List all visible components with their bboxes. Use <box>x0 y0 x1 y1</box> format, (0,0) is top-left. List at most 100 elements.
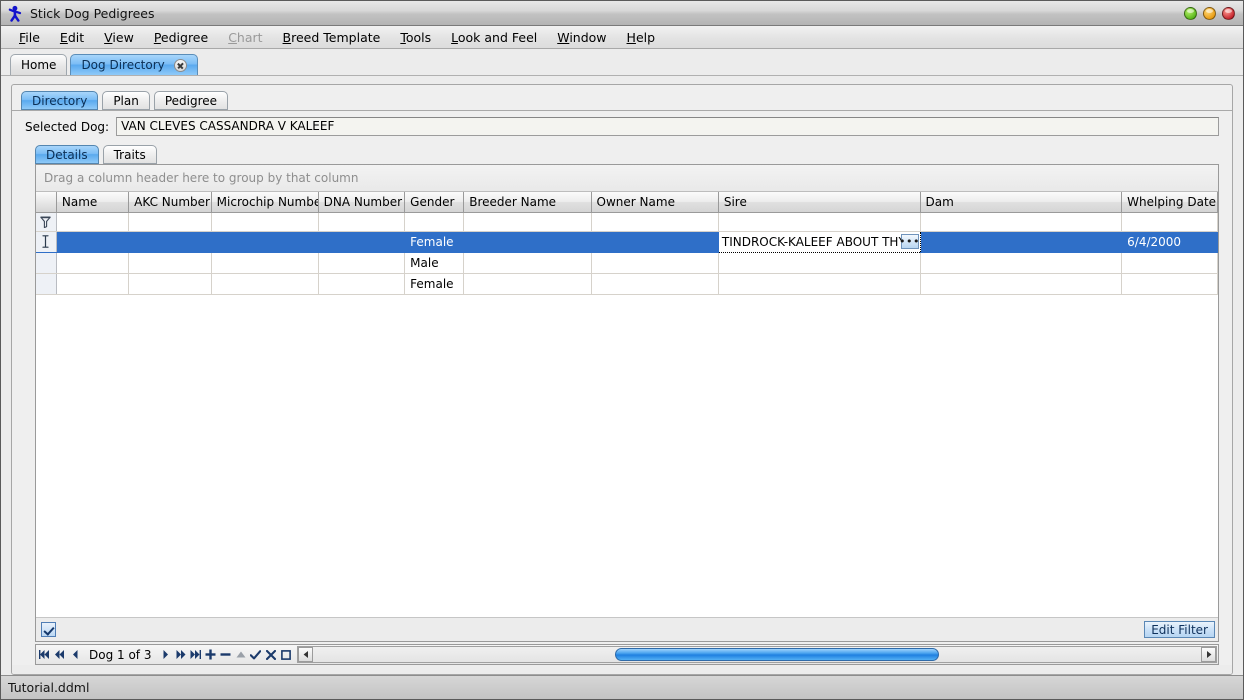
group-by-drop-zone[interactable]: Drag a column header here to group by th… <box>36 165 1218 192</box>
cell-gender[interactable]: Female <box>405 273 464 294</box>
cell-dam[interactable] <box>920 231 1122 252</box>
filter-enabled-checkbox[interactable] <box>41 622 56 637</box>
filter-cell-breeder-name[interactable] <box>464 212 591 231</box>
cell-sire[interactable] <box>718 252 920 273</box>
cell-name[interactable] <box>56 273 128 294</box>
filter-cell-gender[interactable] <box>405 212 464 231</box>
maximize-button[interactable] <box>1203 7 1216 20</box>
cell-owner-name[interactable] <box>591 273 718 294</box>
filter-cell-owner-name[interactable] <box>591 212 718 231</box>
column-header-name[interactable]: Name <box>56 192 128 212</box>
cell-owner-name[interactable] <box>591 252 718 273</box>
filter-cell-dna-number[interactable] <box>318 212 405 231</box>
menu-view[interactable]: View <box>94 28 144 47</box>
cell-breeder-name[interactable] <box>464 252 591 273</box>
add-record-button[interactable] <box>203 646 218 663</box>
scroll-right-arrow[interactable] <box>1201 647 1216 662</box>
cell-gender[interactable]: Male <box>405 252 464 273</box>
prev-page-button[interactable] <box>52 646 67 663</box>
edit-filter-button[interactable]: Edit Filter <box>1144 621 1215 638</box>
cell-dam[interactable] <box>920 252 1122 273</box>
detail-tab-traits[interactable]: Traits <box>103 145 157 164</box>
delete-record-button[interactable] <box>218 646 233 663</box>
cell-breeder-name[interactable] <box>464 273 591 294</box>
scrollbar-thumb[interactable] <box>615 648 939 661</box>
sire-lookup-ellipsis-button[interactable]: ••• <box>901 234 919 249</box>
cell-dna-number[interactable] <box>318 231 405 252</box>
cell-gender[interactable]: Female <box>405 231 464 252</box>
cell-dam[interactable] <box>920 273 1122 294</box>
column-header-gender[interactable]: Gender <box>405 192 464 212</box>
selected-dog-input[interactable]: VAN CLEVES CASSANDRA V KALEEF <box>116 117 1219 136</box>
cell-sire[interactable] <box>718 273 920 294</box>
next-record-button[interactable] <box>158 646 173 663</box>
scroll-left-arrow[interactable] <box>298 647 313 662</box>
first-record-button[interactable] <box>37 646 52 663</box>
column-header-microchip-number[interactable]: Microchip Number <box>211 192 318 212</box>
cell-name[interactable] <box>56 252 128 273</box>
detail-tab-details[interactable]: Details <box>35 145 99 164</box>
filter-cell-name[interactable] <box>56 212 128 231</box>
column-header-dam[interactable]: Dam <box>920 192 1122 212</box>
table-header-row: NameAKC NumberMicrochip NumberDNA Number… <box>36 192 1218 212</box>
menu-pedigree[interactable]: Pedigree <box>144 28 218 47</box>
filter-cell-microchip-number[interactable] <box>211 212 318 231</box>
document-tab-dog-directory[interactable]: Dog Directory <box>70 54 197 75</box>
column-header-whelping-date[interactable]: Whelping Date <box>1122 192 1218 212</box>
horizontal-scrollbar[interactable] <box>297 646 1217 663</box>
close-button[interactable] <box>1222 7 1235 20</box>
cell-owner-name[interactable] <box>591 231 718 252</box>
sire-editor-text[interactable]: TINDROCK-KALEEF ABOUT THYME <box>719 235 901 249</box>
filter-cell-sire[interactable] <box>718 212 920 231</box>
table-row[interactable]: Male <box>36 252 1218 273</box>
column-header-akc-number[interactable]: AKC Number <box>129 192 212 212</box>
close-icon[interactable] <box>174 59 187 72</box>
edit-record-button[interactable] <box>233 646 248 663</box>
prev-record-button[interactable] <box>67 646 82 663</box>
cell-whelping-date[interactable] <box>1122 273 1218 294</box>
menu-window[interactable]: Window <box>547 28 616 47</box>
filter-cell-whelping-date[interactable] <box>1122 212 1218 231</box>
filter-cell-akc-number[interactable] <box>129 212 212 231</box>
menu-help[interactable]: Help <box>617 28 666 47</box>
cell-whelping-date[interactable]: 6/4/2000 <box>1122 231 1218 252</box>
row-indicator-cell <box>36 212 56 231</box>
column-header-breeder-name[interactable]: Breeder Name <box>464 192 591 212</box>
menu-breed-template[interactable]: Breed Template <box>273 28 391 47</box>
cell-breeder-name[interactable] <box>464 231 591 252</box>
menu-tools[interactable]: Tools <box>390 28 441 47</box>
cell-dna-number[interactable] <box>318 252 405 273</box>
table-row[interactable]: Female TINDROCK-KALEEF ABOUT THYME••• 6/4/… <box>36 231 1218 252</box>
refresh-button[interactable] <box>278 646 293 663</box>
table-row[interactable]: Female <box>36 273 1218 294</box>
minimize-button[interactable] <box>1184 7 1197 20</box>
cell-microchip-number[interactable] <box>211 231 318 252</box>
view-tab-directory[interactable]: Directory <box>21 91 98 110</box>
cell-microchip-number[interactable] <box>211 273 318 294</box>
last-record-button[interactable] <box>188 646 203 663</box>
menu-file[interactable]: File <box>9 28 50 47</box>
cell-dna-number[interactable] <box>318 273 405 294</box>
cell-whelping-date[interactable] <box>1122 252 1218 273</box>
cell-akc-number[interactable] <box>129 273 212 294</box>
cell-microchip-number[interactable] <box>211 252 318 273</box>
document-tab-home[interactable]: Home <box>10 54 67 75</box>
cancel-edit-button[interactable] <box>263 646 278 663</box>
cell-akc-number[interactable] <box>129 231 212 252</box>
menu-look-and-feel[interactable]: Look and Feel <box>441 28 547 47</box>
column-header-dna-number[interactable]: DNA Number <box>318 192 405 212</box>
cell-akc-number[interactable] <box>129 252 212 273</box>
cell-name[interactable] <box>56 231 128 252</box>
post-edit-button[interactable] <box>248 646 263 663</box>
next-page-button[interactable] <box>173 646 188 663</box>
detail-tab-strip: DetailsTraits <box>12 142 1232 164</box>
group-by-hint: Drag a column header here to group by th… <box>44 171 358 185</box>
view-tab-pedigree[interactable]: Pedigree <box>154 91 228 110</box>
column-header-owner-name[interactable]: Owner Name <box>591 192 718 212</box>
scrollbar-track[interactable] <box>313 647 1201 662</box>
filter-cell-dam[interactable] <box>920 212 1122 231</box>
column-header-sire[interactable]: Sire <box>718 192 920 212</box>
menu-edit[interactable]: Edit <box>50 28 94 47</box>
sire-editor-cell[interactable]: TINDROCK-KALEEF ABOUT THYME••• <box>718 231 920 252</box>
view-tab-plan[interactable]: Plan <box>102 91 150 110</box>
